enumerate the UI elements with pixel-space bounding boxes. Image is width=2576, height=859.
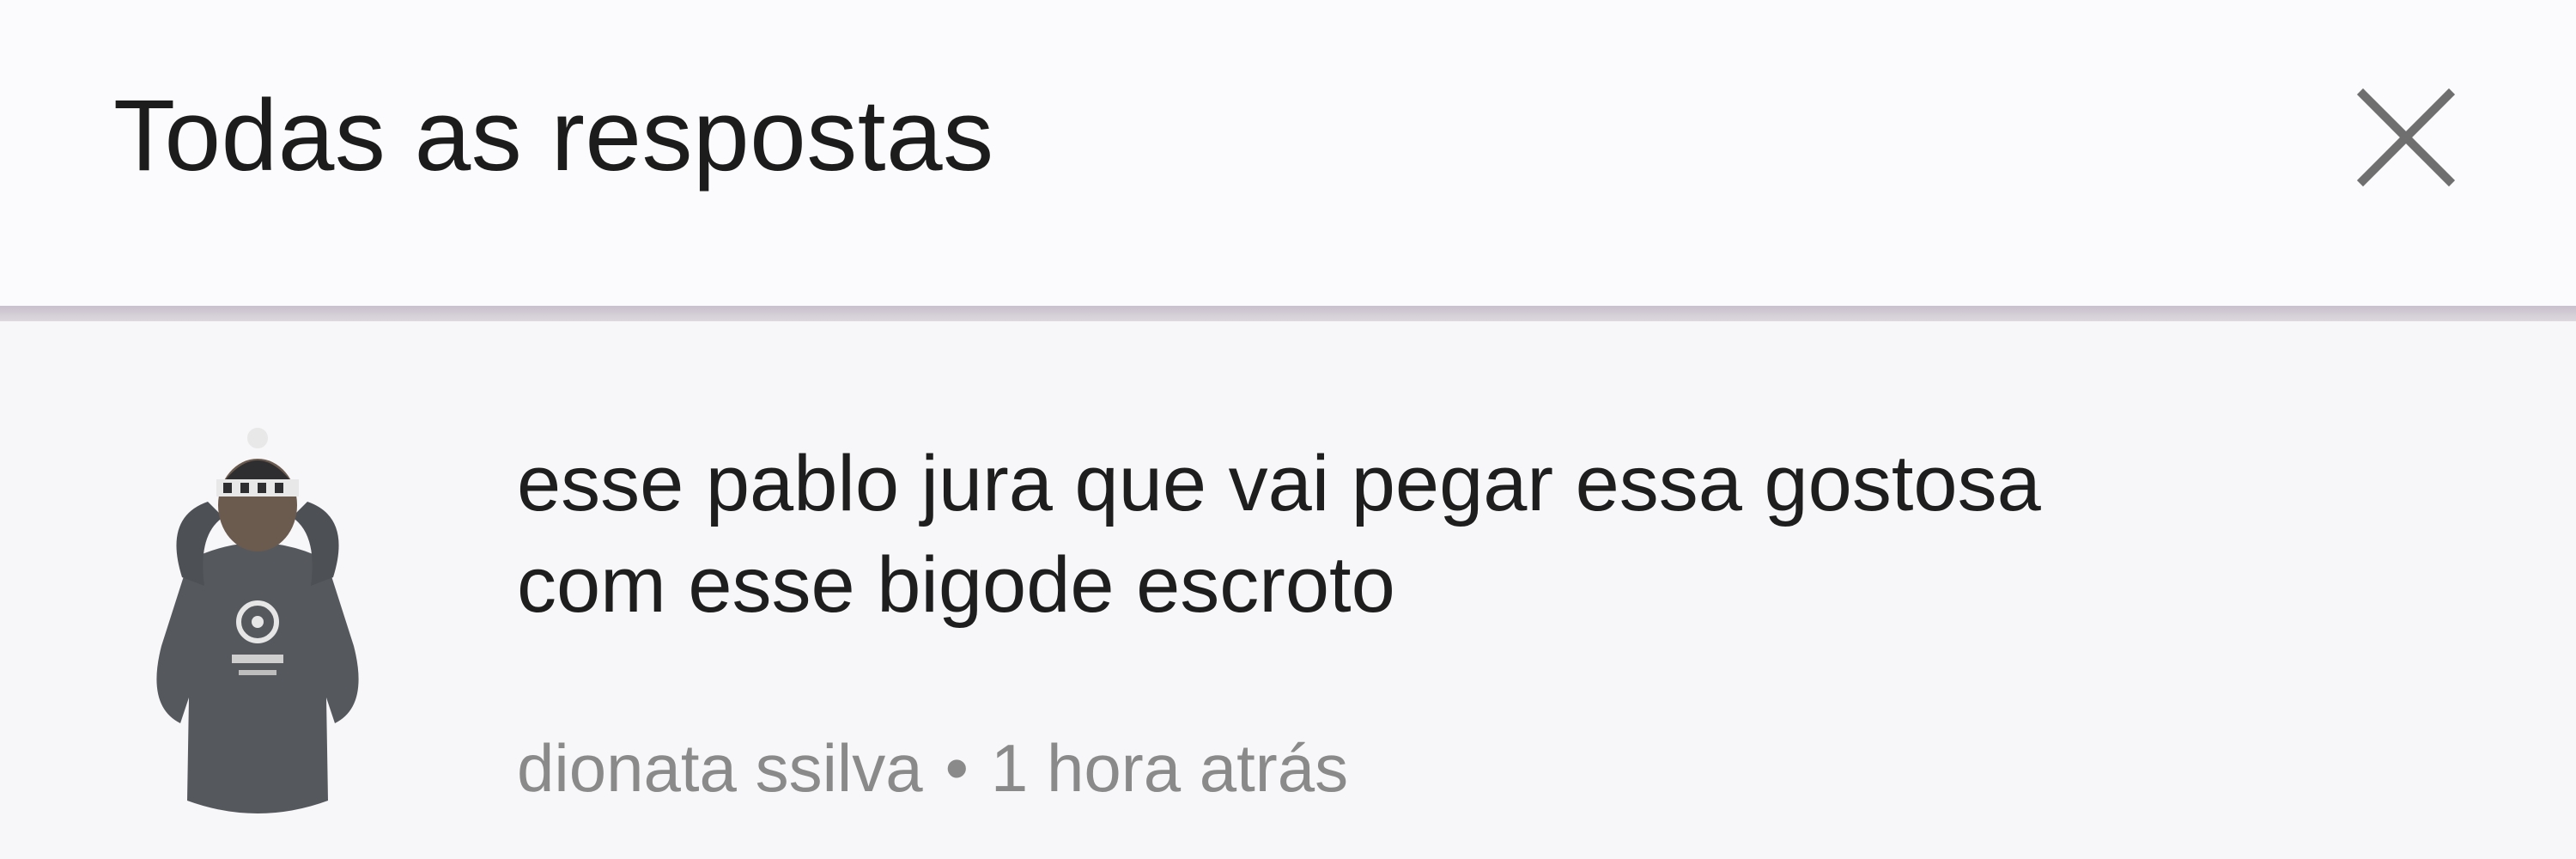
comment-meta: dionata ssilva • 1 hora atrás [517,725,1348,811]
replies-panel: Todas as respostas esse pablo jura que v… [0,0,2576,859]
timestamp: 1 hora atrás [990,730,1349,806]
user-avatar[interactable] [129,423,386,826]
comment-line: esse pablo jura que vai pegar essa gosto… [517,440,2041,527]
close-button[interactable] [2344,76,2468,199]
panel-header: Todas as respostas [0,0,2576,306]
author-name[interactable]: dionata ssilva [517,730,923,806]
close-icon [2356,88,2456,187]
comment-line: com esse bigode escroto [517,541,1395,629]
panel-title: Todas as respostas [113,79,994,192]
meta-separator: • [945,730,969,806]
comment-item: esse pablo jura que vai pegar essa gosto… [0,321,2576,859]
comment-text: esse pablo jura que vai pegar essa gosto… [517,433,2509,636]
header-divider [0,306,2576,321]
